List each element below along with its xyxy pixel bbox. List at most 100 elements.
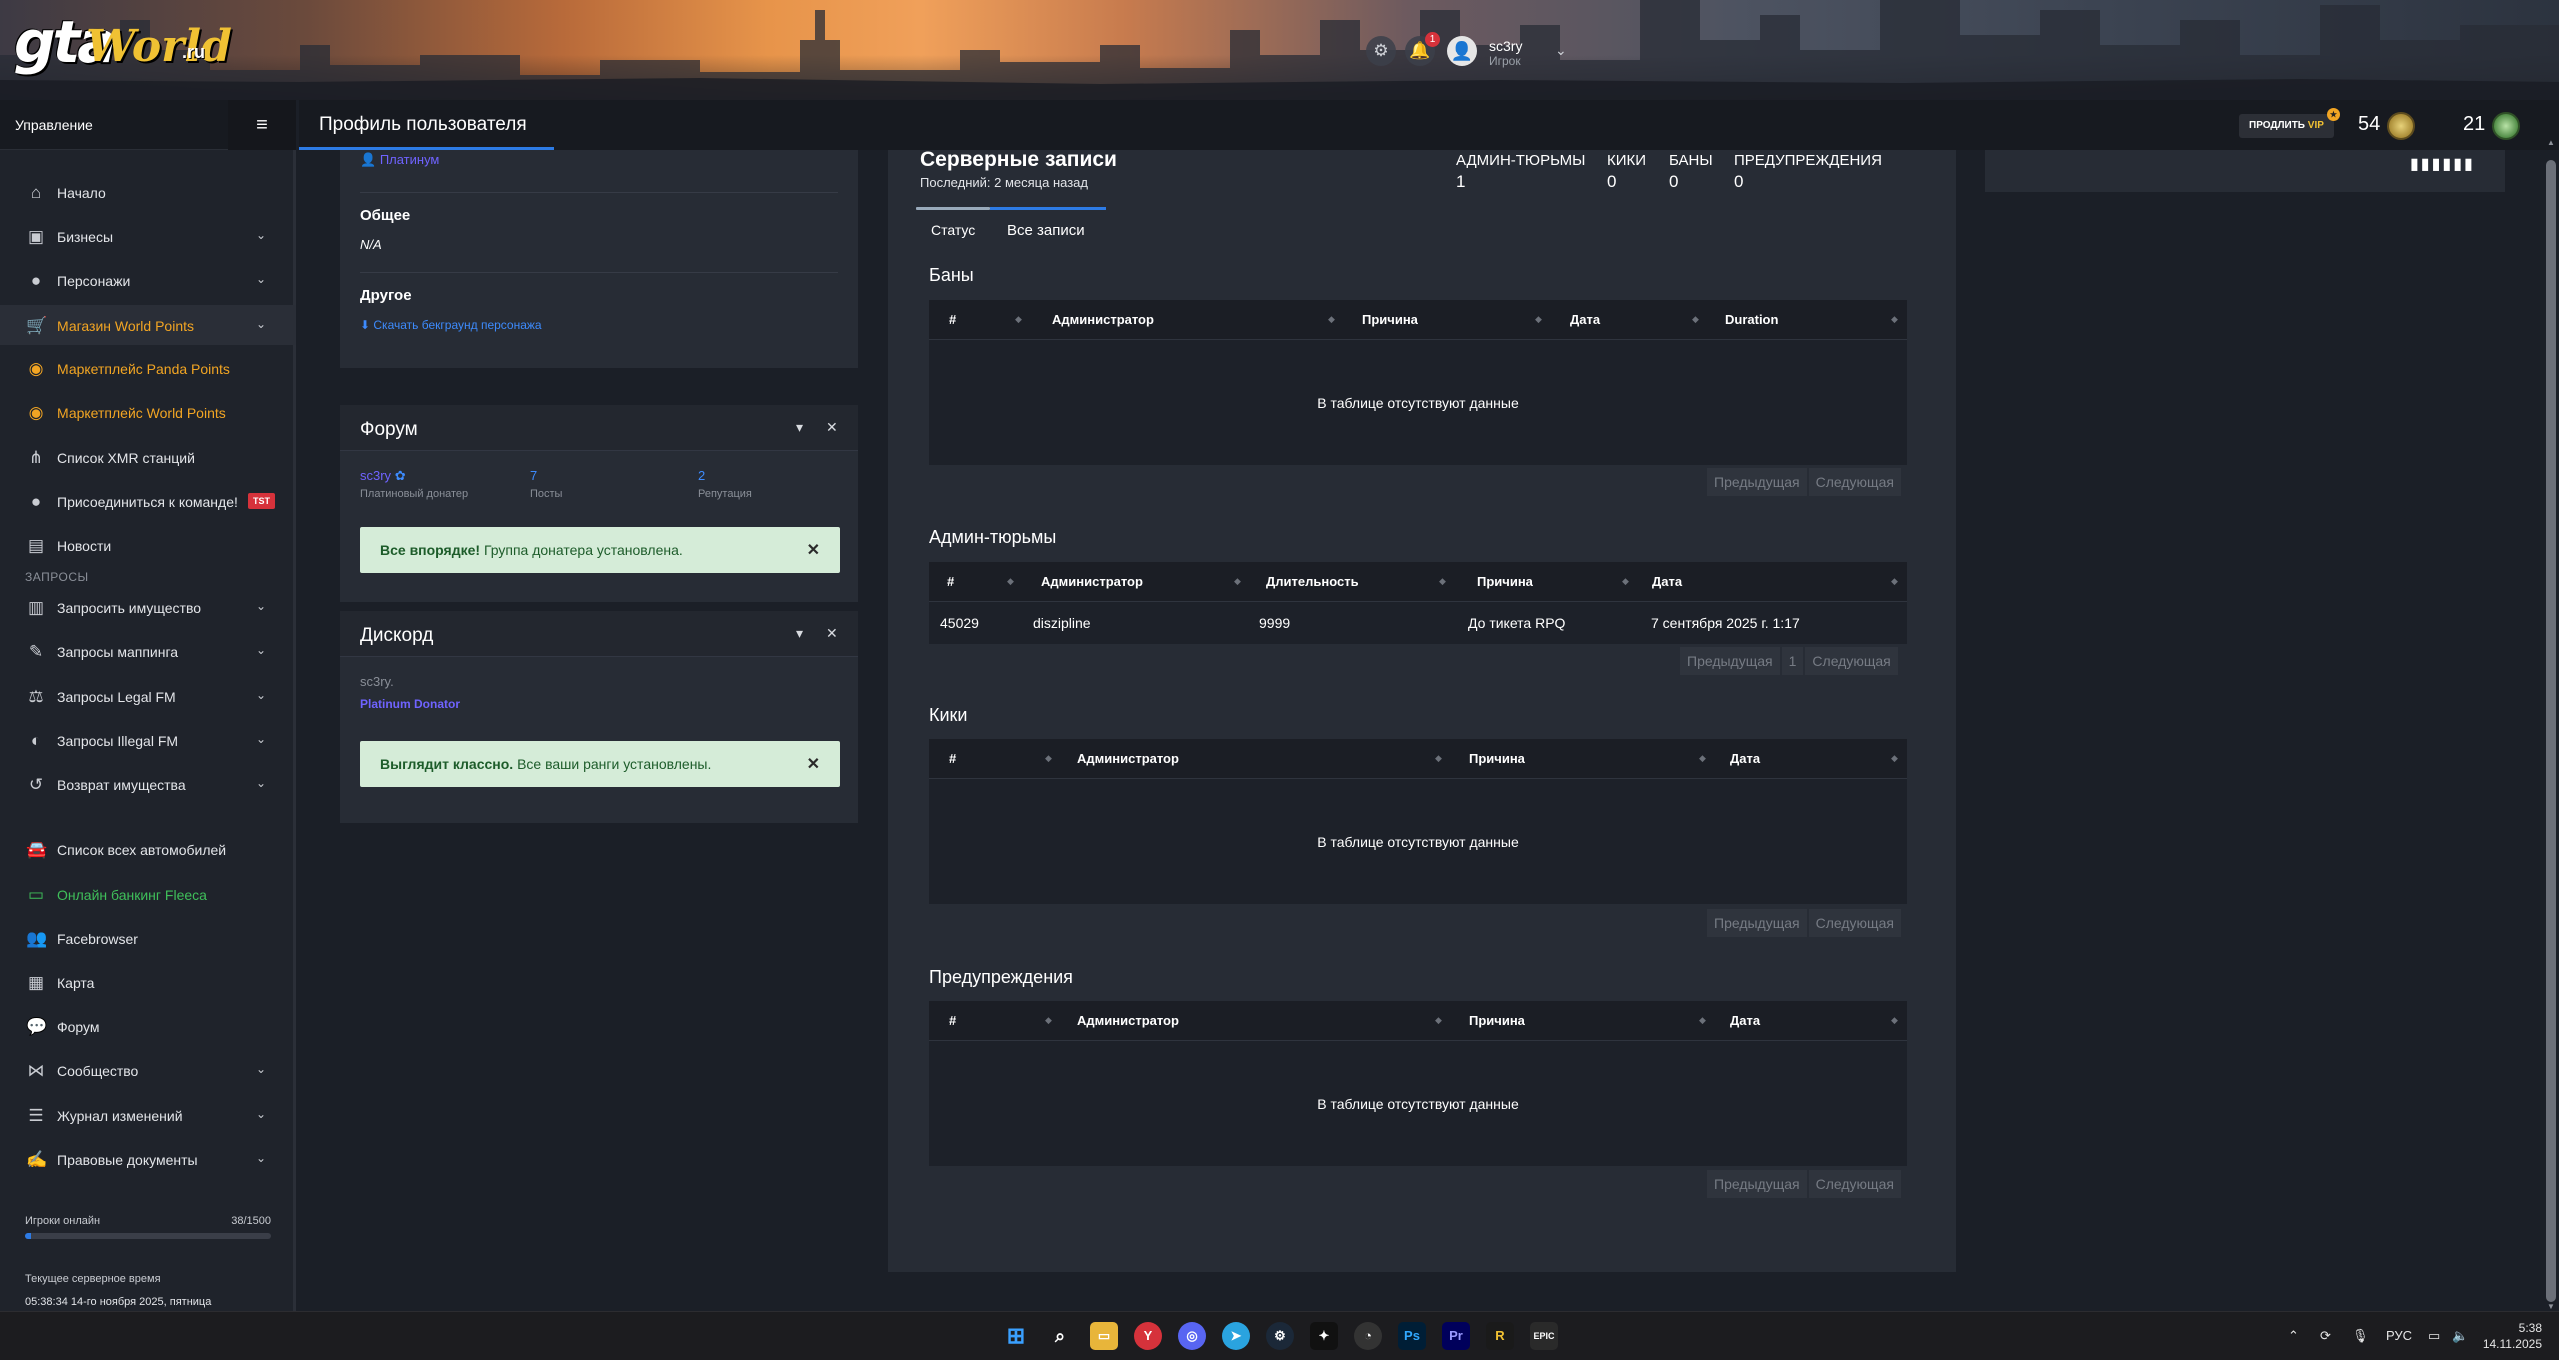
game-launcher-icon[interactable]: ✦ [1310, 1322, 1338, 1350]
settings-icon[interactable]: ⚙ [1366, 36, 1396, 66]
sidebar-item-legal-fm[interactable]: ⚖ Запросы Legal FM ⌄ [0, 676, 296, 716]
col-header[interactable]: # [949, 1013, 956, 1028]
sidebar-item-legal-docs[interactable]: ✍ Правовые документы ⌄ [0, 1139, 296, 1179]
close-icon[interactable]: ✕ [826, 625, 838, 642]
network-icon[interactable]: ▭ [2428, 1328, 2440, 1344]
sync-icon[interactable]: ⟳ [2320, 1328, 2331, 1344]
telegram-icon[interactable]: ➤ [1222, 1322, 1250, 1350]
col-header[interactable]: Администратор [1077, 1013, 1179, 1028]
download-background-link[interactable]: ⬇ Скачать бекграунд персонажа [360, 318, 542, 332]
col-header[interactable]: # [947, 574, 954, 589]
sidebar-item-map[interactable]: ▦ Карта [0, 962, 296, 1002]
sidebar-item-community[interactable]: ⋈ Сообщество ⌄ [0, 1050, 296, 1090]
steam-icon[interactable]: ⚙ [1266, 1322, 1294, 1350]
sidebar-item-panda-marketplace[interactable]: ◉ Маркетплейс Panda Points [0, 348, 296, 388]
prev-button[interactable]: Предыдущая [1707, 468, 1807, 496]
microphone-icon[interactable]: 🎙 [2352, 1328, 2369, 1344]
prev-button[interactable]: Предыдущая [1707, 1170, 1807, 1198]
volume-icon[interactable]: 🔈 [2452, 1328, 2468, 1344]
tray-chevron-up-icon[interactable]: ⌃ [2288, 1328, 2299, 1344]
chevron-down-icon: ⌄ [256, 272, 267, 286]
vip-label-accent: VIP [2307, 120, 2324, 131]
rockstar-icon[interactable]: R [1486, 1322, 1514, 1350]
windows-start-icon[interactable]: ⊞ [1002, 1322, 1030, 1350]
sidebar-item-xmr-stations[interactable]: ⋔ Список XMR станций [0, 437, 296, 477]
yandex-browser-icon[interactable]: Y [1134, 1322, 1162, 1350]
gta-world-logo[interactable]: gta World .ru [14, 12, 232, 82]
col-header[interactable]: Причина [1469, 1013, 1525, 1028]
close-icon[interactable]: ✕ [826, 419, 838, 436]
hamburger-menu-icon[interactable]: ≡ [228, 100, 296, 150]
records-last: Последний: 2 месяца назад [920, 175, 1088, 190]
col-header[interactable]: Причина [1362, 312, 1418, 327]
language-indicator[interactable]: РУС [2386, 1328, 2412, 1343]
sidebar-item-changelog[interactable]: ☰ Журнал изменений ⌄ [0, 1095, 296, 1135]
sidebar-item-illegal-fm[interactable]: ◐ Запросы Illegal FM ⌄ [0, 720, 296, 760]
col-header[interactable]: # [949, 751, 956, 766]
discord-icon[interactable]: ◎ [1178, 1322, 1206, 1350]
sidebar-item-label: Facebrowser [57, 931, 138, 947]
col-header[interactable]: Дата [1652, 574, 1682, 589]
collapse-caret-icon[interactable]: ▾ [796, 419, 803, 436]
app-icon[interactable]: ◔ [1354, 1322, 1382, 1350]
sidebar-item-world-points-shop[interactable]: 🛒 Магазин World Points ⌄ [0, 305, 296, 345]
sidebar-item-property-return[interactable]: ↺ Возврат имущества ⌄ [0, 764, 296, 804]
col-header[interactable]: Администратор [1052, 312, 1154, 327]
extend-vip-button[interactable]: ПРОДЛИТЬ VIP ★ [2239, 108, 2340, 138]
scroll-up-icon[interactable]: ▲ [2546, 138, 2556, 147]
col-header[interactable]: Дата [1570, 312, 1600, 327]
prev-button[interactable]: Предыдущая [1680, 647, 1780, 675]
close-icon[interactable]: ✕ [807, 754, 820, 774]
tier-link[interactable]: 👤 Платинум [360, 152, 439, 168]
coins-icon: ◉ [28, 403, 44, 422]
col-header[interactable]: Причина [1469, 751, 1525, 766]
notifications-bell-icon[interactable]: 🔔 1 [1405, 32, 1440, 66]
server-time-value: 05:38:34 14-го ноября 2025, пятница [25, 1296, 212, 1308]
collapse-caret-icon[interactable]: ▾ [796, 625, 803, 642]
sidebar-item-fleeca-banking[interactable]: ▭ Онлайн банкинг Fleeca [0, 874, 296, 914]
col-header[interactable]: Администратор [1077, 751, 1179, 766]
sidebar-item-facebrowser[interactable]: 👥 Facebrowser [0, 918, 296, 958]
page-1-button[interactable]: 1 [1781, 647, 1804, 675]
sidebar-item-characters[interactable]: ● Персонажи ⌄ [0, 260, 296, 300]
user-menu[interactable]: 👤 sc3ry Игрок ⌄ [1447, 34, 1577, 70]
sidebar-item-join-team[interactable]: ● Присоединиться к команде! TST [0, 481, 296, 521]
building-icon: ▥ [27, 598, 45, 617]
col-header[interactable]: Администратор [1041, 574, 1143, 589]
sidebar-item-label: Журнал изменений [57, 1108, 183, 1124]
system-clock[interactable]: 5:38 14.11.2025 [2482, 1320, 2542, 1352]
tab-all-records[interactable]: Все записи [1007, 222, 1085, 239]
next-button[interactable]: Следующая [1808, 909, 1901, 937]
next-button[interactable]: Следующая [1805, 647, 1898, 675]
sidebar-item-news[interactable]: ▤ Новости [0, 525, 296, 565]
sidebar-item-request-property[interactable]: ▥ Запросить имущество ⌄ [0, 587, 296, 627]
epic-games-icon[interactable]: EPIC [1530, 1322, 1558, 1350]
col-header[interactable]: Причина [1477, 574, 1533, 589]
premiere-icon[interactable]: Pr [1442, 1322, 1470, 1350]
sidebar-item-vehicles[interactable]: 🚘 Список всех автомобилей [0, 829, 296, 869]
next-button[interactable]: Следующая [1808, 1170, 1901, 1198]
col-header[interactable]: Длительность [1266, 574, 1359, 589]
col-header[interactable]: # [949, 312, 956, 327]
scroll-down-icon[interactable]: ▼ [2546, 1302, 2556, 1311]
photoshop-icon[interactable]: Ps [1398, 1322, 1426, 1350]
tab-status[interactable]: Статус [931, 222, 975, 238]
next-button[interactable]: Следующая [1808, 468, 1901, 496]
sidebar-item-mapping-requests[interactable]: ✎ Запросы маппинга ⌄ [0, 631, 296, 671]
sidebar-item-home[interactable]: ⌂ Начало [0, 172, 296, 212]
sidebar-item-businesses[interactable]: ▣ Бизнесы ⌄ [0, 216, 296, 256]
col-header[interactable]: Дата [1730, 1013, 1760, 1028]
close-icon[interactable]: ✕ [807, 540, 820, 560]
kicks-table: # ◆ Администратор ◆ Причина ◆ Дата ◆ В табли… [929, 739, 1907, 904]
col-header[interactable]: Дата [1730, 751, 1760, 766]
sidebar-item-label: Магазин World Points [57, 318, 194, 334]
sidebar-item-forum[interactable]: 💬 Форум [0, 1006, 296, 1046]
alert-bold-text: Все впорядке! [380, 542, 481, 558]
scrollbar-thumb[interactable] [2546, 160, 2556, 1302]
file-explorer-icon[interactable]: ▭ [1090, 1322, 1118, 1350]
col-header[interactable]: Duration [1725, 312, 1778, 327]
sidebar-item-world-marketplace[interactable]: ◉ Маркетплейс World Points [0, 392, 296, 432]
forum-username-link[interactable]: sc3ry ✿ [360, 468, 406, 484]
prev-button[interactable]: Предыдущая [1707, 909, 1807, 937]
search-icon[interactable]: ⌕ [1046, 1322, 1074, 1350]
